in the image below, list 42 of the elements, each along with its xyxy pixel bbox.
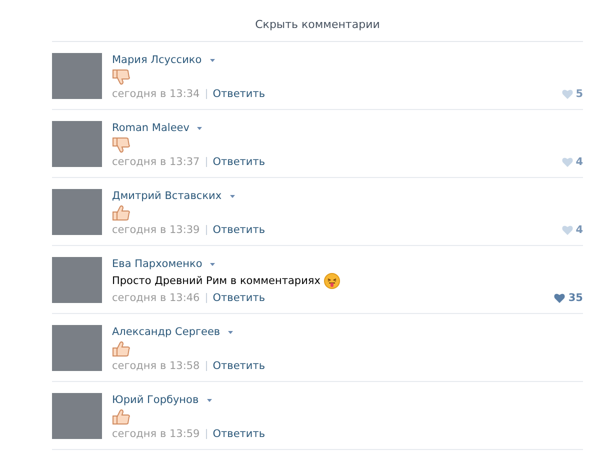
- hide-comments-link[interactable]: Скрыть комментарии: [255, 18, 380, 31]
- thumbs-up-icon: [112, 341, 130, 357]
- avatar-photo-placeholder[interactable]: [52, 257, 102, 303]
- caret-icon[interactable]: [206, 398, 212, 402]
- thumbs-up-icon: [112, 409, 130, 425]
- like-count: 4: [576, 224, 583, 236]
- caret-icon[interactable]: [230, 194, 235, 198]
- comment-time: сегодня в 13:39: [112, 224, 200, 236]
- like-count: 35: [568, 292, 583, 304]
- author-name[interactable]: Мария Лсуссико: [112, 54, 202, 66]
- comment-time: сегодня в 13:34: [112, 88, 200, 100]
- author-name[interactable]: Roman Maleev: [112, 122, 190, 134]
- reply-link[interactable]: Ответить: [212, 156, 266, 168]
- caret-icon[interactable]: [210, 262, 216, 266]
- comment-time: сегодня в 13:59: [112, 428, 200, 440]
- like-count: 5: [576, 88, 583, 100]
- like-count: 4: [576, 156, 583, 168]
- thumbs-up-icon: [112, 205, 130, 221]
- avatar-photo-placeholder[interactable]: [52, 393, 102, 439]
- author-name[interactable]: Ева Пархоменко: [112, 258, 202, 270]
- reply-link[interactable]: Ответить: [212, 292, 266, 304]
- thumbs-down-icon: [112, 137, 130, 153]
- thumbs-down-icon: [112, 69, 130, 85]
- author-name[interactable]: Юрий Горбунов: [112, 394, 199, 406]
- reply-link[interactable]: Ответить: [212, 360, 266, 372]
- avatar-photo-placeholder[interactable]: [52, 189, 102, 235]
- avatar-photo-placeholder[interactable]: [52, 325, 102, 371]
- reply-link[interactable]: Ответить: [212, 428, 266, 440]
- heart-icon[interactable]: [554, 293, 566, 303]
- author-name[interactable]: Александр Сергеев: [112, 326, 220, 338]
- comment-text: Просто Древний Рим в комментариях: [112, 275, 320, 287]
- caret-icon[interactable]: [228, 330, 234, 334]
- author-name[interactable]: Дмитрий Вставских: [112, 190, 222, 202]
- comment-time: сегодня в 13:37: [112, 156, 200, 168]
- comment-time: сегодня в 13:46: [112, 292, 200, 304]
- comment-time: сегодня в 13:58: [112, 360, 200, 372]
- reply-link[interactable]: Ответить: [212, 224, 266, 236]
- avatar-photo-placeholder[interactable]: [52, 53, 102, 99]
- caret-icon[interactable]: [197, 126, 202, 130]
- avatar-photo-placeholder[interactable]: [52, 121, 102, 167]
- reply-link[interactable]: Ответить: [212, 88, 266, 100]
- caret-icon[interactable]: [210, 58, 215, 62]
